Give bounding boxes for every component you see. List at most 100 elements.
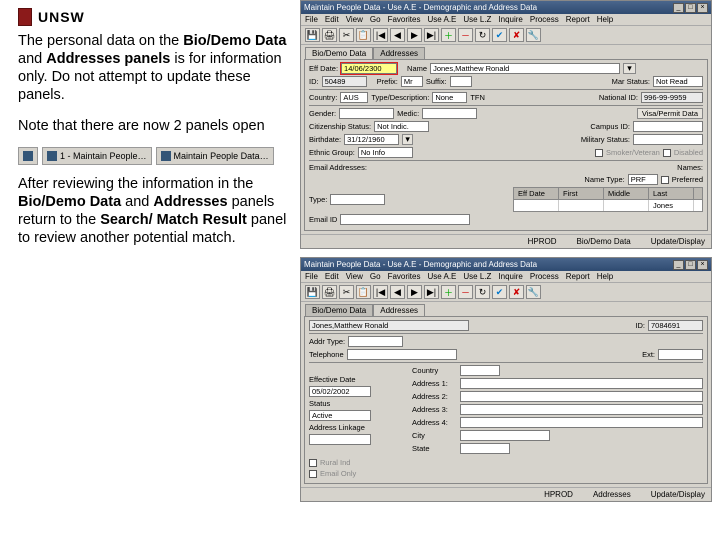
nav-last-icon[interactable]: ▶|: [424, 285, 439, 299]
ext-field[interactable]: [658, 349, 703, 360]
campus-field[interactable]: [633, 121, 703, 132]
addr2-field[interactable]: [460, 391, 703, 402]
menu-item[interactable]: View: [346, 272, 363, 281]
menu-item[interactable]: Inquire: [498, 272, 522, 281]
tool-icon[interactable]: 🔧: [526, 28, 541, 42]
nav-next-icon[interactable]: ▶: [407, 28, 422, 42]
gender-field[interactable]: [339, 108, 394, 119]
menu-item[interactable]: Favorites: [388, 272, 421, 281]
nav-first-icon[interactable]: |◀: [373, 285, 388, 299]
tool-icon[interactable]: 🔧: [526, 285, 541, 299]
menu-item[interactable]: Use L.Z: [463, 15, 491, 24]
addr-linkage-field[interactable]: [309, 434, 371, 445]
maximize-button[interactable]: □: [685, 260, 696, 270]
check-icon[interactable]: ✔: [492, 28, 507, 42]
eff-date-field[interactable]: 05/02/2002: [309, 386, 371, 397]
nav-prev-icon[interactable]: ◀: [390, 285, 405, 299]
minimize-button[interactable]: _: [673, 3, 684, 13]
check-icon[interactable]: ✔: [492, 285, 507, 299]
cancel-icon[interactable]: ✘: [509, 285, 524, 299]
name-type-field[interactable]: PRF: [628, 174, 658, 185]
maximize-button[interactable]: □: [685, 3, 696, 13]
cut-icon[interactable]: ✂: [339, 28, 354, 42]
menu-item[interactable]: Report: [566, 272, 590, 281]
city-field[interactable]: [460, 430, 550, 441]
country-field[interactable]: AUS: [340, 92, 368, 103]
military-field[interactable]: [633, 134, 703, 145]
mar-status-field[interactable]: Not Read: [653, 76, 703, 87]
nav-prev-icon[interactable]: ◀: [390, 28, 405, 42]
calendar-icon[interactable]: ▾: [402, 134, 413, 145]
delete-icon[interactable]: －: [458, 28, 473, 42]
print-icon[interactable]: 🖨: [322, 285, 337, 299]
citizen-field[interactable]: Not Indic.: [374, 121, 429, 132]
medic-field[interactable]: [422, 108, 477, 119]
menu-item[interactable]: Use A.E: [427, 15, 456, 24]
country-field[interactable]: [460, 365, 500, 376]
menu-item[interactable]: Edit: [325, 272, 339, 281]
tab-addresses[interactable]: Addresses: [373, 47, 425, 59]
minimize-button[interactable]: _: [673, 260, 684, 270]
menu-item[interactable]: Inquire: [498, 15, 522, 24]
menu-item[interactable]: Help: [597, 272, 613, 281]
telephone-field[interactable]: [347, 349, 457, 360]
save-icon[interactable]: 💾: [305, 28, 320, 42]
menu-item[interactable]: Report: [566, 15, 590, 24]
save-icon[interactable]: 💾: [305, 285, 320, 299]
status-field[interactable]: Active: [309, 410, 371, 421]
refresh-icon[interactable]: ↻: [475, 28, 490, 42]
cancel-icon[interactable]: ✘: [509, 28, 524, 42]
menu-item[interactable]: Edit: [325, 15, 339, 24]
names-grid-row[interactable]: Jones: [513, 200, 703, 212]
menu-item[interactable]: Help: [597, 15, 613, 24]
tab-bio-demo[interactable]: Bio/Demo Data: [305, 47, 373, 59]
name-field[interactable]: Jones,Matthew Ronald: [430, 63, 620, 74]
print-icon[interactable]: 🖨: [322, 28, 337, 42]
birthdate-field[interactable]: 31/12/1960: [344, 134, 399, 145]
menu-item[interactable]: File: [305, 15, 318, 24]
email-only-checkbox[interactable]: [309, 470, 317, 478]
expand-icon[interactable]: ▾: [623, 63, 636, 74]
add-icon[interactable]: ＋: [441, 285, 456, 299]
menu-item[interactable]: Process: [530, 15, 559, 24]
disabled-checkbox[interactable]: [663, 149, 671, 157]
cut-icon[interactable]: ✂: [339, 285, 354, 299]
preferred-checkbox[interactable]: [661, 176, 669, 184]
menu-item[interactable]: Go: [370, 15, 381, 24]
nav-first-icon[interactable]: |◀: [373, 28, 388, 42]
close-button[interactable]: ×: [697, 3, 708, 13]
menu-item[interactable]: Use L.Z: [463, 272, 491, 281]
delete-icon[interactable]: －: [458, 285, 473, 299]
state-field[interactable]: [460, 443, 510, 454]
refresh-icon[interactable]: ↻: [475, 285, 490, 299]
menu-item[interactable]: Use A.E: [427, 272, 456, 281]
tab-addresses[interactable]: Addresses: [373, 304, 425, 316]
rural-checkbox[interactable]: [309, 459, 317, 467]
suffix-field[interactable]: [450, 76, 472, 87]
addr3-field[interactable]: [460, 404, 703, 415]
type-field[interactable]: [330, 194, 385, 205]
addr4-field[interactable]: [460, 417, 703, 428]
addr1-field[interactable]: [460, 378, 703, 389]
ethnic-field[interactable]: No Info: [358, 147, 413, 158]
close-button[interactable]: ×: [697, 260, 708, 270]
nav-last-icon[interactable]: ▶|: [424, 28, 439, 42]
menu-item[interactable]: Favorites: [388, 15, 421, 24]
copy-icon[interactable]: 📋: [356, 28, 371, 42]
prefix-field[interactable]: Mr: [401, 76, 423, 87]
menu-item[interactable]: Process: [530, 272, 559, 281]
addr-type-field[interactable]: [348, 336, 403, 347]
menu-item[interactable]: View: [346, 15, 363, 24]
type-desc-field[interactable]: None: [432, 92, 467, 103]
menu-item[interactable]: Go: [370, 272, 381, 281]
email-id-field[interactable]: [340, 214, 470, 225]
visa-button[interactable]: Visa/Permit Data: [637, 108, 703, 119]
add-icon[interactable]: ＋: [441, 28, 456, 42]
tab-bio-demo[interactable]: Bio/Demo Data: [305, 304, 373, 316]
menu-item[interactable]: File: [305, 272, 318, 281]
copy-icon[interactable]: 📋: [356, 285, 371, 299]
smoker-vet-checkbox[interactable]: [595, 149, 603, 157]
citizen-label: Citizenship Status:: [309, 122, 371, 131]
eff-date-field[interactable]: 14/06/2300: [341, 63, 397, 74]
nav-next-icon[interactable]: ▶: [407, 285, 422, 299]
